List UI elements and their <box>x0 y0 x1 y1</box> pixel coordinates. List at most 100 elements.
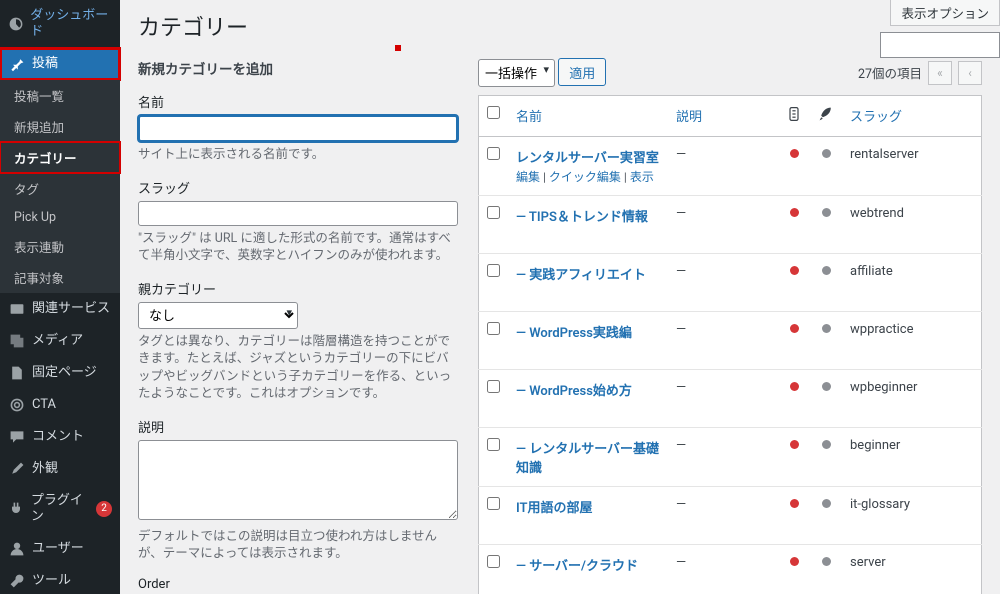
row-checkbox[interactable] <box>487 380 500 393</box>
category-title-link[interactable]: レンタルサーバー実習室 <box>516 151 659 166</box>
sidebar-item-comments[interactable]: コメント <box>0 421 120 453</box>
sidebar-item-cta[interactable]: CTA <box>0 389 120 421</box>
user-icon <box>8 541 26 557</box>
edit-link[interactable]: 編集 <box>516 170 540 184</box>
row-checkbox[interactable] <box>487 555 500 568</box>
category-title-link[interactable]: — 実践アフィリエイト <box>516 268 646 283</box>
sidebar-label: メディア <box>32 333 83 349</box>
sidebar-item-posts[interactable]: 投稿 <box>0 48 120 80</box>
parent-label: 親カテゴリー <box>138 279 458 298</box>
table-row: — TIPS＆トレンド情報 — webtrend <box>479 196 982 254</box>
quick-edit-link[interactable]: クイック編集 <box>549 170 621 184</box>
sidebar-sub-tag[interactable]: タグ <box>0 173 120 204</box>
row-checkbox[interactable] <box>487 206 500 219</box>
row-checkbox[interactable] <box>487 264 500 277</box>
row-desc: — <box>676 147 686 162</box>
category-title-link[interactable]: — WordPress実践編 <box>516 326 632 341</box>
category-table: 名前 説明 スラッグ レンタルサーバー実習室編集 | クイック編集 | 表示 —… <box>478 95 982 594</box>
select-all-checkbox[interactable] <box>487 106 500 119</box>
sidebar-item-appearance[interactable]: 外観 <box>0 453 120 485</box>
category-title-link[interactable]: IT用語の部屋 <box>516 501 593 516</box>
sidebar-item-plugins[interactable]: プラグイン 2 <box>0 485 120 533</box>
sidebar-item-related-services[interactable]: 関連サービス <box>0 293 120 325</box>
sidebar-label: 外観 <box>32 461 58 477</box>
description-textarea[interactable] <box>138 440 458 520</box>
services-icon <box>8 301 26 317</box>
sidebar-sub-display-link[interactable]: 表示連動 <box>0 231 120 262</box>
sidebar-item-tools[interactable]: ツール <box>0 565 120 594</box>
slug-input[interactable] <box>138 201 458 226</box>
comment-icon <box>8 429 26 445</box>
row-checkbox[interactable] <box>487 438 500 451</box>
sidebar-sub-all-posts[interactable]: 投稿一覧 <box>0 80 120 111</box>
row-checkbox[interactable] <box>487 322 500 335</box>
brush-icon <box>8 461 26 477</box>
apply-button[interactable]: 適用 <box>558 58 606 86</box>
table-row: — WordPress始め方 — wpbeginner <box>479 370 982 428</box>
seo-dot <box>822 382 831 391</box>
table-row: IT用語の部屋 — it-glossary <box>479 487 982 545</box>
row-desc: — <box>676 264 686 279</box>
seo-dot <box>822 557 831 566</box>
media-icon <box>8 333 26 349</box>
sidebar-item-dashboard[interactable]: ダッシュボード <box>0 0 120 48</box>
dashboard-icon <box>8 16 24 32</box>
col-header-slug[interactable]: スラッグ <box>850 110 902 125</box>
category-title-link[interactable]: — TIPS＆トレンド情報 <box>516 210 648 225</box>
readability-dot <box>790 440 799 449</box>
readability-dot <box>790 382 799 391</box>
sidebar-label: ユーザー <box>32 541 84 557</box>
name-input[interactable] <box>138 115 458 142</box>
main-content: 表示オプション カテゴリー 新規カテゴリーを追加 名前 サイト上に表示される名前… <box>120 0 1000 594</box>
row-checkbox[interactable] <box>487 497 500 510</box>
row-slug: wpbeginner <box>850 380 917 395</box>
page-prev-button[interactable]: ‹ <box>958 61 982 85</box>
wrench-icon <box>8 573 26 589</box>
bulk-action-select[interactable]: 一括操作 <box>478 59 555 87</box>
seo-dot <box>822 149 831 158</box>
sidebar-label: ダッシュボード <box>30 8 112 40</box>
table-row: — 実践アフィリエイト — affiliate <box>479 254 982 312</box>
category-list-panel: 一括操作 適用 27個の項目 « ‹ <box>478 58 982 594</box>
search-input[interactable] <box>880 32 1000 58</box>
slug-desc: "スラッグ" は URL に適した形式の名前です。通常はすべて半角小文字で、英数… <box>138 230 458 265</box>
seo-dot <box>822 324 831 333</box>
sidebar-sub-pickup[interactable]: Pick Up <box>0 204 120 231</box>
seo-dot <box>822 266 831 275</box>
category-title-link[interactable]: — サーバー/クラウド <box>516 559 638 574</box>
readability-icon <box>786 111 802 126</box>
row-slug: server <box>850 555 886 570</box>
slug-label: スラッグ <box>138 178 458 197</box>
sidebar-item-pages[interactable]: 固定ページ <box>0 357 120 389</box>
readability-dot <box>790 499 799 508</box>
description-label: 説明 <box>138 417 458 436</box>
row-slug: beginner <box>850 438 900 453</box>
sidebar-label: ツール <box>32 573 71 589</box>
add-category-form: 新規カテゴリーを追加 名前 サイト上に表示される名前です。 スラッグ "スラッグ… <box>138 58 458 594</box>
col-header-desc[interactable]: 説明 <box>676 110 702 125</box>
plugins-update-badge: 2 <box>96 501 112 517</box>
red-marker <box>395 45 401 51</box>
readability-dot <box>790 557 799 566</box>
sidebar-sub-new-post[interactable]: 新規追加 <box>0 111 120 142</box>
sidebar-sub-article-target[interactable]: 記事対象 <box>0 262 120 293</box>
row-slug: webtrend <box>850 206 904 221</box>
category-title-link[interactable]: — WordPress始め方 <box>516 384 632 399</box>
col-header-name[interactable]: 名前 <box>516 110 542 125</box>
sidebar-item-media[interactable]: メディア <box>0 325 120 357</box>
sidebar-label: 投稿 <box>32 56 58 72</box>
row-checkbox[interactable] <box>487 147 500 160</box>
readability-dot <box>790 149 799 158</box>
view-link[interactable]: 表示 <box>630 170 654 184</box>
plugin-icon <box>8 501 25 517</box>
page-first-button[interactable]: « <box>928 61 952 85</box>
category-title-link[interactable]: — レンタルサーバー基礎知識 <box>516 442 659 476</box>
row-slug: it-glossary <box>850 497 910 512</box>
seo-dot <box>822 499 831 508</box>
parent-select[interactable]: なし <box>138 302 298 329</box>
table-row: — サーバー/クラウド — server <box>479 545 982 594</box>
screen-options-button[interactable]: 表示オプション <box>890 0 1000 26</box>
sidebar-item-users[interactable]: ユーザー <box>0 533 120 565</box>
sidebar-sub-category[interactable]: カテゴリー <box>0 142 120 173</box>
name-desc: サイト上に表示される名前です。 <box>138 146 458 164</box>
